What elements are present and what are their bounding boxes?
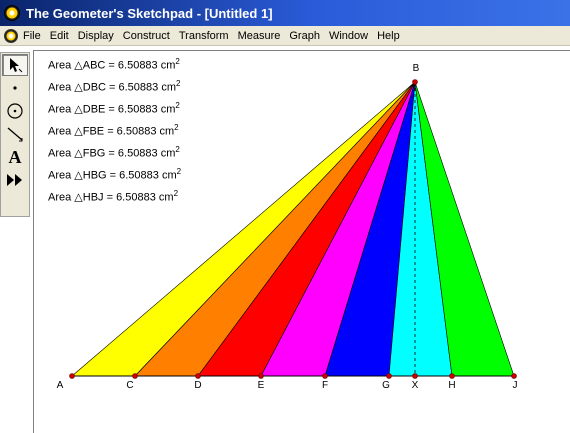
document-icon[interactable]: [4, 28, 18, 43]
point-label-b: B: [412, 63, 420, 74]
menu-measure[interactable]: Measure: [238, 30, 287, 42]
toolbox: A: [0, 52, 30, 217]
point-icon: [13, 86, 17, 90]
area-unit-exponent: 2: [176, 79, 181, 88]
area-measurement-text: Area △FBG = 6.50883 cm: [48, 147, 176, 160]
segment-icon: [7, 127, 23, 142]
double-arrow-icon: [7, 174, 22, 186]
area-measurement-text: Area △HBG = 6.50883 cm: [48, 169, 177, 182]
menu-help[interactable]: Help: [377, 30, 406, 42]
app-icon[interactable]: [4, 5, 20, 21]
area-measurement[interactable]: Area △DBC = 6.50883 cm2: [48, 79, 180, 94]
straightedge-tool[interactable]: [2, 123, 28, 145]
menu-edit[interactable]: Edit: [50, 30, 75, 42]
area-measurement[interactable]: Area △FBG = 6.50883 cm2: [48, 145, 180, 160]
area-measurement[interactable]: Area △HBJ = 6.50883 cm2: [48, 189, 178, 204]
menu-graph[interactable]: Graph: [289, 30, 326, 42]
menu-transform[interactable]: Transform: [179, 30, 235, 42]
area-measurement[interactable]: Area △ABC = 6.50883 cm2: [48, 57, 180, 72]
point-label-h: H: [448, 380, 456, 391]
text-a-icon: A: [8, 146, 22, 167]
area-unit-exponent: 2: [175, 101, 180, 110]
area-measurement[interactable]: Area △FBE = 6.50883 cm2: [48, 123, 179, 138]
area-measurement-text: Area △HBJ = 6.50883 cm: [48, 191, 174, 204]
point-label-g: G: [382, 380, 390, 391]
area-measurement[interactable]: Area △HBG = 6.50883 cm2: [48, 167, 181, 182]
menu-display[interactable]: Display: [78, 30, 120, 42]
window-title: The Geometer's Sketchpad - [Untitled 1]: [26, 5, 273, 21]
title-bar: The Geometer's Sketchpad - [Untitled 1]: [0, 0, 570, 26]
circle-icon: [7, 103, 23, 119]
area-unit-exponent: 2: [173, 189, 179, 198]
area-measurement-text: Area △ABC = 6.50883 cm: [48, 59, 176, 72]
custom-tool[interactable]: [2, 169, 28, 191]
selection-arrow-tool[interactable]: [2, 54, 28, 76]
menu-bar: File Edit Display Construct Transform Me…: [0, 26, 570, 46]
area-measurement[interactable]: Area △DBE = 6.50883 cm2: [48, 101, 180, 116]
arrow-icon: [10, 58, 23, 73]
point-label-c: C: [126, 380, 134, 391]
area-measurement-text: Area △DBC = 6.50883 cm: [48, 81, 176, 94]
point-tool[interactable]: [2, 77, 28, 99]
area-measurement-text: Area △DBE = 6.50883 cm: [48, 103, 176, 116]
point-label-f: F: [321, 380, 329, 391]
area-unit-exponent: 2: [176, 167, 182, 176]
point-label-a: A: [56, 380, 64, 391]
point-label-j: J: [512, 380, 518, 391]
menu-construct[interactable]: Construct: [123, 30, 176, 42]
compass-tool[interactable]: [2, 100, 28, 122]
text-tool[interactable]: A: [2, 146, 28, 168]
area-unit-exponent: 2: [174, 123, 179, 132]
area-unit-exponent: 2: [175, 57, 180, 66]
menu-file[interactable]: File: [23, 30, 47, 42]
area-unit-exponent: 2: [175, 145, 180, 154]
point-label-x: X: [411, 380, 419, 391]
point-label-d: D: [194, 380, 202, 391]
point-label-e: E: [257, 380, 265, 391]
menu-window[interactable]: Window: [329, 30, 374, 42]
area-measurement-text: Area △FBE = 6.50883 cm: [48, 125, 175, 138]
